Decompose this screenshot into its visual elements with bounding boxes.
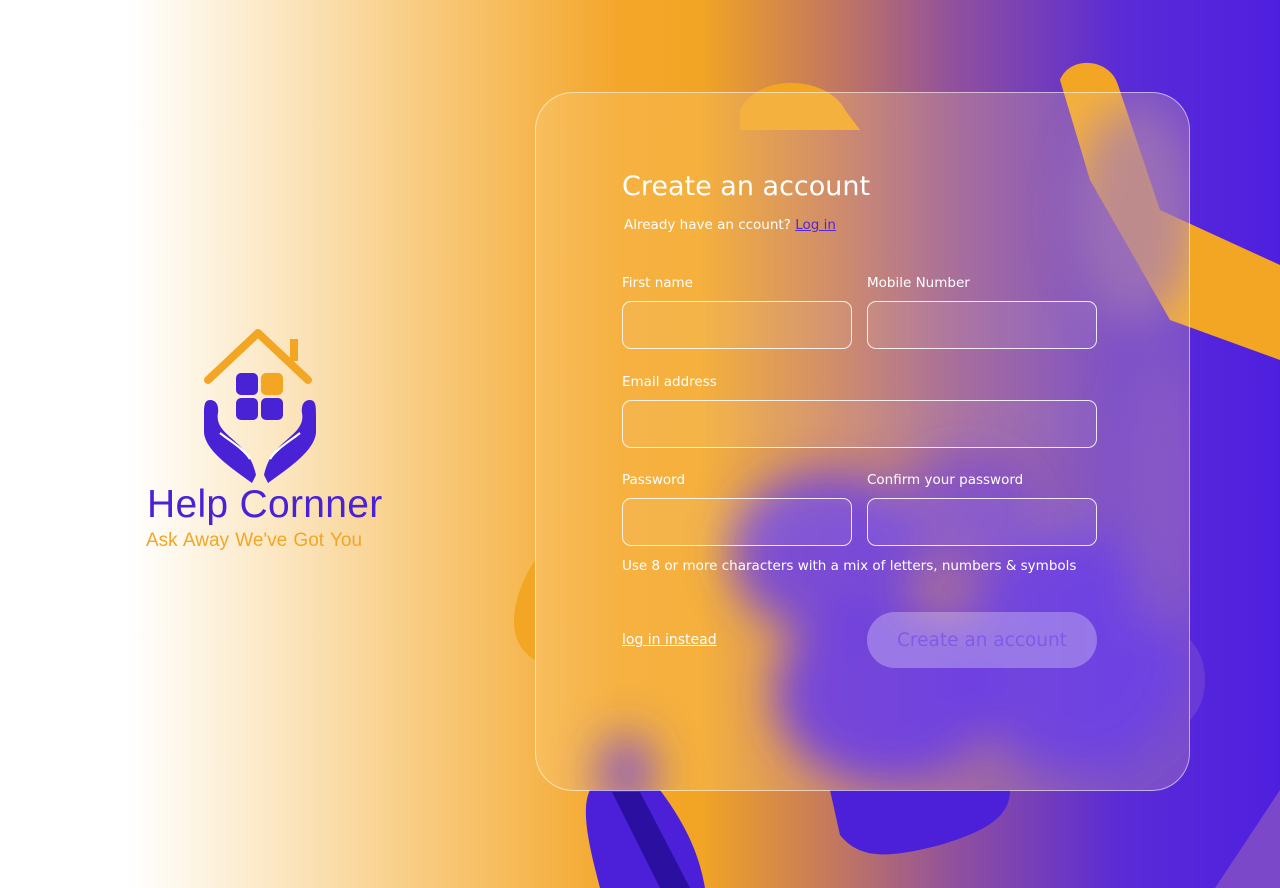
purple-corner-shape [1215, 790, 1280, 888]
orange-tail-shape [514, 560, 535, 660]
confirm-password-input[interactable] [867, 498, 1097, 546]
signup-card: Create an account Already have an ccount… [535, 92, 1190, 791]
mobile-number-label: Mobile Number [867, 275, 970, 291]
purple-block-shape [830, 790, 1010, 855]
password-input[interactable] [622, 498, 852, 546]
login-link[interactable]: Log in [795, 217, 836, 233]
form-title: Create an account [622, 171, 871, 202]
login-instead-link[interactable]: log in instead [622, 632, 717, 648]
brand-logo: Help Cornner Ask Away We've Got You [145, 325, 395, 565]
create-account-button[interactable]: Create an account [867, 612, 1097, 668]
brand-tagline: Ask Away We've Got You [146, 530, 363, 551]
brand-name: Help Cornner [147, 483, 383, 526]
email-label: Email address [622, 374, 717, 390]
first-name-input[interactable] [622, 301, 852, 349]
form-subtitle: Already have an ccount? Log in [624, 217, 836, 233]
house-hands-icon [204, 329, 316, 483]
first-name-label: First name [622, 275, 693, 291]
password-label: Password [622, 472, 686, 488]
confirm-password-label: Confirm your password [867, 472, 1024, 488]
purple-edge-shape [1190, 640, 1205, 720]
mobile-number-input[interactable] [867, 301, 1097, 349]
signup-page: Help Cornner Ask Away We've Got You Crea… [0, 0, 1280, 888]
form-subtitle-text: Already have an ccount? [624, 217, 791, 233]
password-hint: Use 8 or more characters with a mix of l… [622, 558, 1077, 574]
email-input[interactable] [622, 400, 1097, 448]
